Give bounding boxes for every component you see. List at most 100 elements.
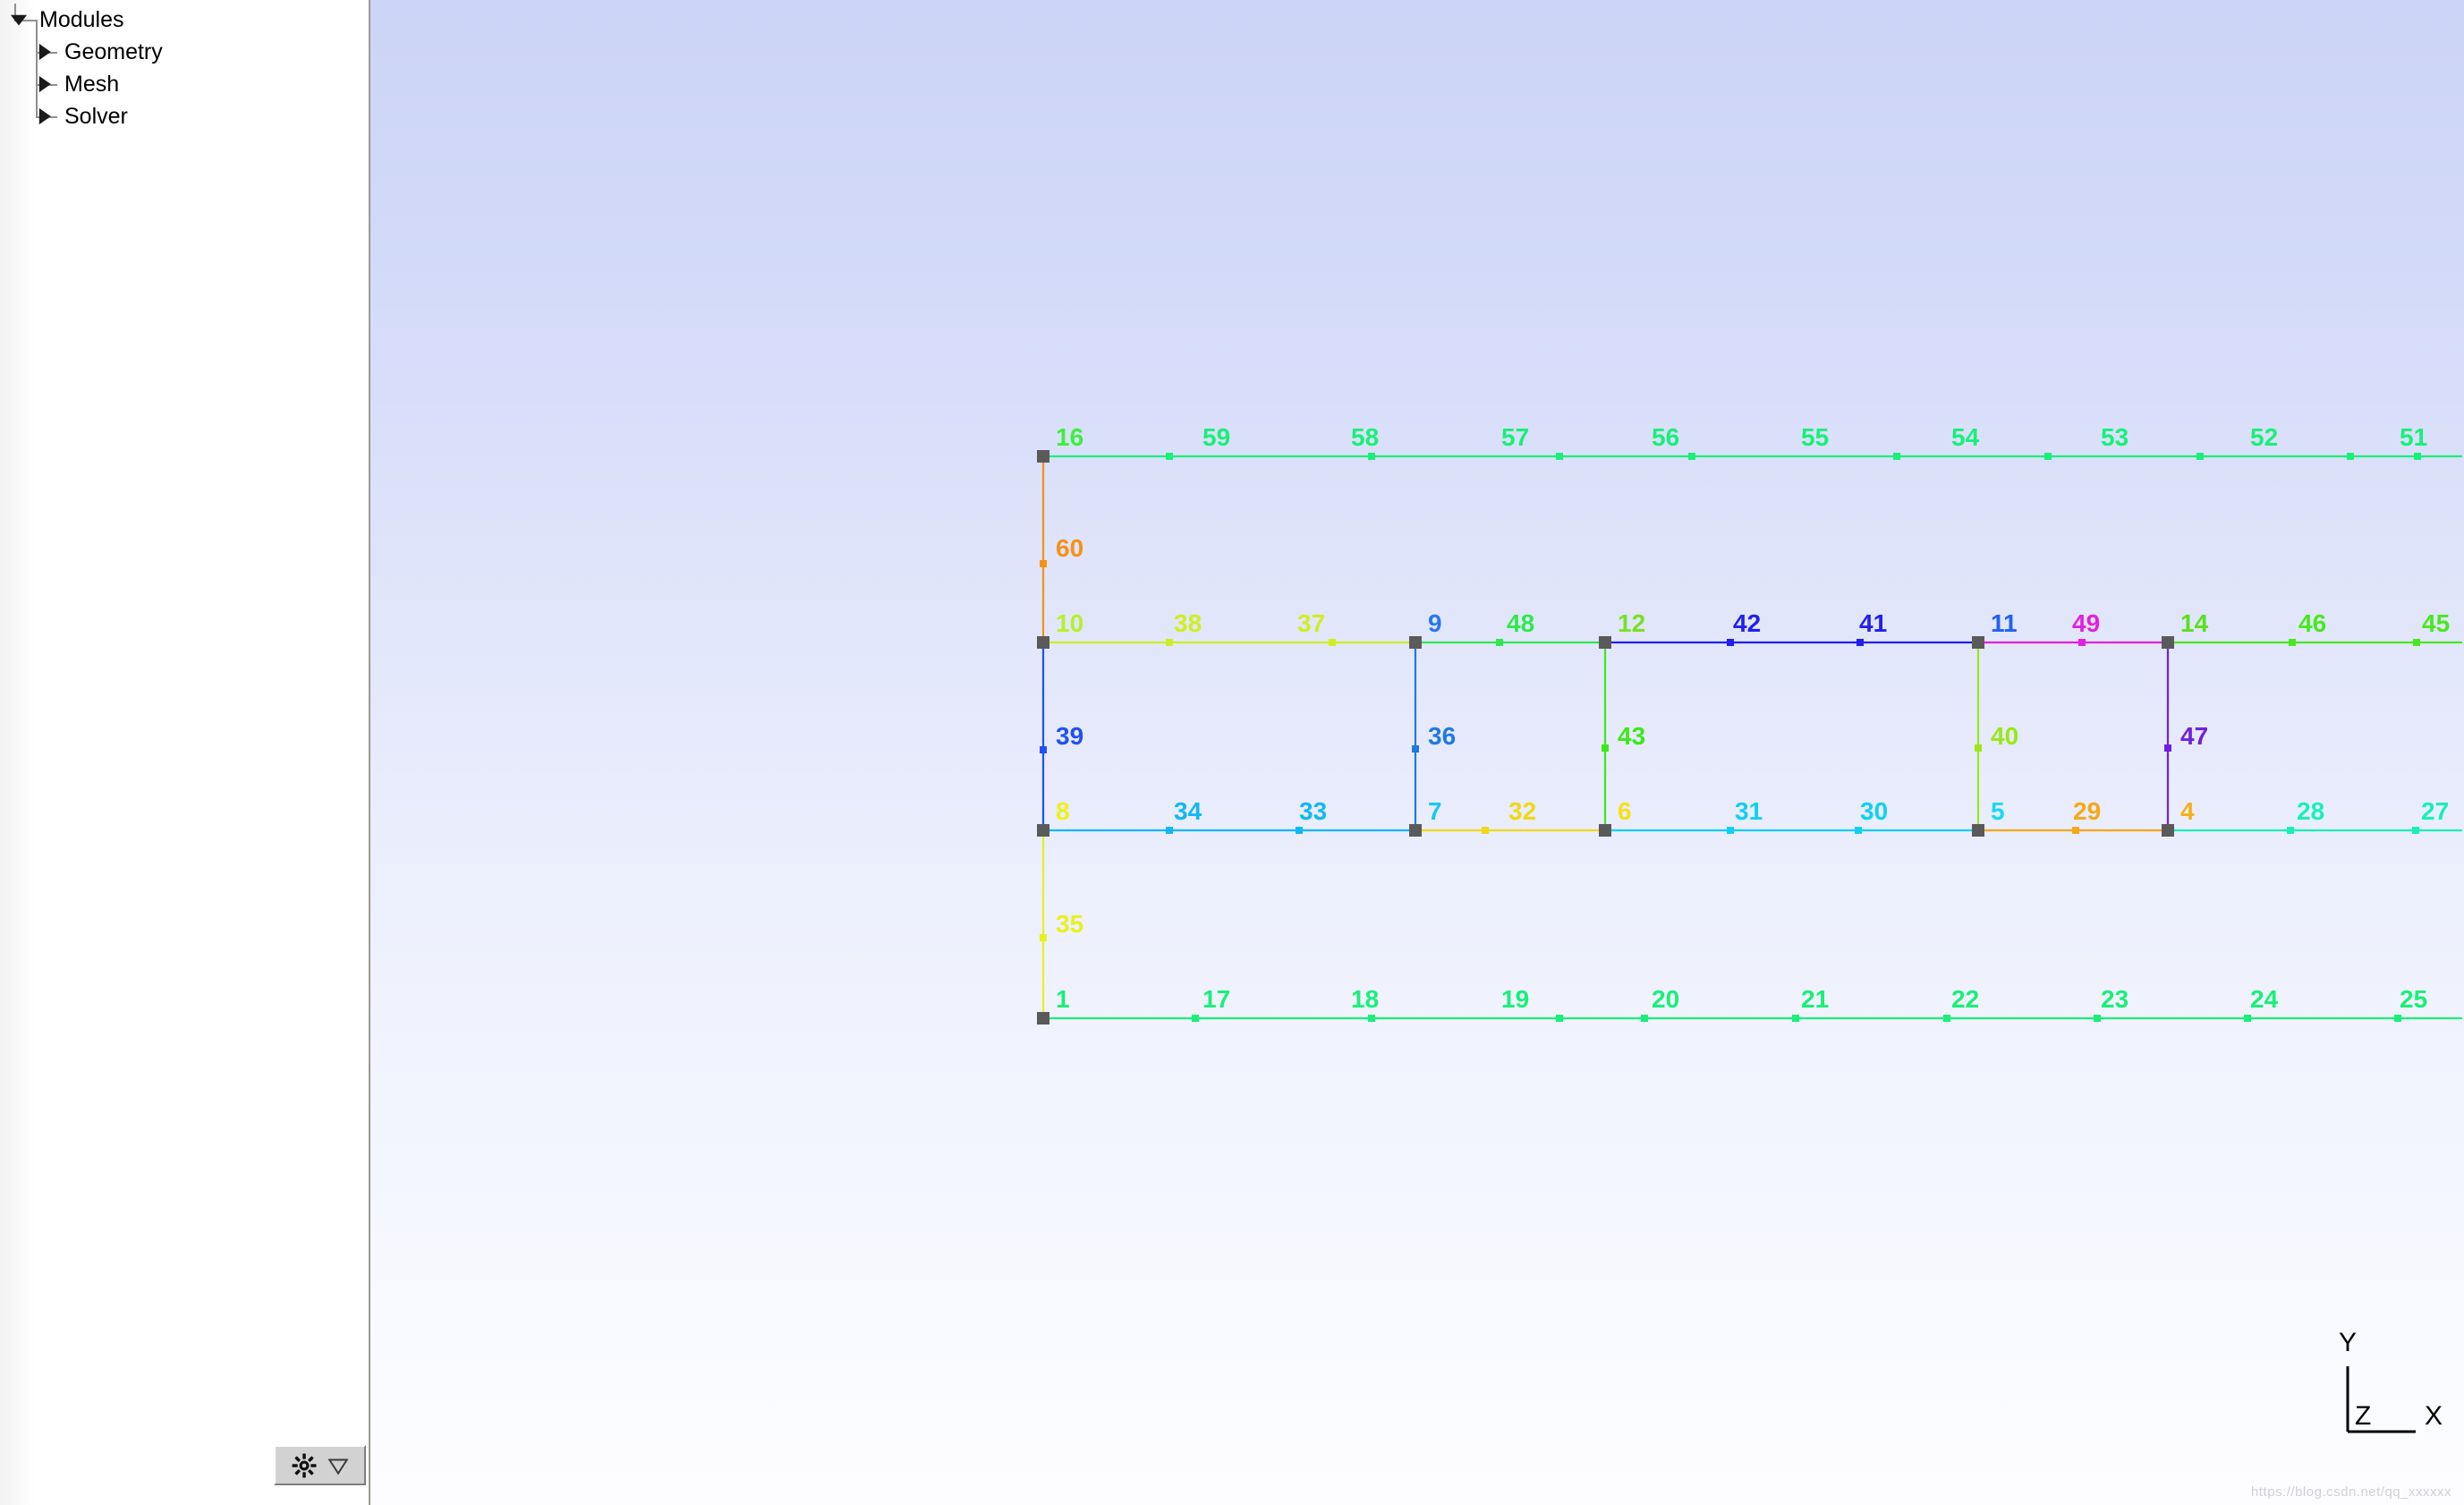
chevron-down-icon[interactable] xyxy=(7,8,30,31)
tree-item-label: Geometry xyxy=(64,38,163,64)
edge-label: 59 xyxy=(1202,423,1230,451)
edge-label: 55 xyxy=(1801,423,1829,451)
triangle-down-icon xyxy=(327,1454,350,1477)
geometry-viewport[interactable]: 5958575655545352516050394435263837484241… xyxy=(370,0,2464,1505)
vertex-label: 16 xyxy=(1056,423,1083,451)
gear-icon xyxy=(291,1452,318,1479)
edge-midpoint-marker[interactable] xyxy=(1975,744,1982,752)
edge-label: 22 xyxy=(1951,985,1979,1013)
edge-midpoint-marker[interactable] xyxy=(1040,560,1047,567)
edges-group xyxy=(1040,453,2462,1022)
edge-label: 27 xyxy=(2421,797,2449,825)
vertex-label: 11 xyxy=(1991,609,2018,637)
edge-label: 37 xyxy=(1297,609,1325,637)
vertex-label: 10 xyxy=(1056,609,1083,637)
geometry-vertex[interactable] xyxy=(1037,636,1049,649)
axis-triad: Y Z X xyxy=(2339,1328,2443,1433)
edge-midpoint-marker[interactable] xyxy=(1166,827,1173,834)
edge-midpoint-marker[interactable] xyxy=(2412,827,2419,834)
edge-midpoint-marker[interactable] xyxy=(1856,639,1864,646)
edge-midpoint-marker[interactable] xyxy=(1166,639,1173,646)
edge-label: 49 xyxy=(2072,609,2100,637)
edge-midpoint-marker[interactable] xyxy=(2287,827,2294,834)
vertex-label: 6 xyxy=(1618,797,1632,825)
edge-label: 23 xyxy=(2101,985,2128,1013)
edge-midpoint-marker[interactable] xyxy=(2078,639,2086,646)
edge-midpoint-marker[interactable] xyxy=(1412,745,1419,752)
edge-midpoint-marker[interactable] xyxy=(1602,744,1609,752)
geometry-vertex[interactable] xyxy=(1037,824,1049,837)
edge-midpoint-marker[interactable] xyxy=(2347,453,2354,460)
watermark-text: https://blog.csdn.net/qq_xxxxxx xyxy=(2251,1484,2451,1500)
edge-label: 42 xyxy=(1733,609,1761,637)
edge-midpoint-marker[interactable] xyxy=(1368,1015,1375,1022)
edge-midpoint-marker[interactable] xyxy=(1296,827,1303,834)
edge-label: 56 xyxy=(1652,423,1679,451)
edge-midpoint-marker[interactable] xyxy=(2164,744,2171,752)
edge-label: 19 xyxy=(1501,985,1529,1013)
edge-midpoint-marker[interactable] xyxy=(1556,1015,1563,1022)
edge-midpoint-marker[interactable] xyxy=(1040,746,1047,753)
axis-label-z: Z xyxy=(2355,1401,2371,1431)
edge-midpoint-marker[interactable] xyxy=(1329,639,1336,646)
edge-midpoint-marker[interactable] xyxy=(1727,827,1734,834)
edge-midpoint-marker[interactable] xyxy=(2413,639,2420,646)
tree-item-label: Modules xyxy=(39,6,124,32)
edge-label: 53 xyxy=(2101,423,2128,451)
edge-midpoint-marker[interactable] xyxy=(1688,453,1695,460)
edge-midpoint-marker[interactable] xyxy=(2414,453,2421,460)
edge-midpoint-marker[interactable] xyxy=(2044,453,2052,460)
edge-midpoint-marker[interactable] xyxy=(2094,1015,2101,1022)
edge-midpoint-marker[interactable] xyxy=(1556,453,1563,460)
tree-item-solver[interactable]: Solver xyxy=(0,100,128,132)
geometry-vertex[interactable] xyxy=(1599,636,1611,649)
edge-midpoint-marker[interactable] xyxy=(1496,639,1503,646)
tree-item-label: Mesh xyxy=(64,71,120,97)
vertices-group xyxy=(1037,450,2174,1025)
tree-item-modules[interactable]: Modules xyxy=(0,4,124,36)
edge-label: 39 xyxy=(1056,722,1083,750)
edge-label: 40 xyxy=(1991,722,2018,750)
view-settings-button[interactable] xyxy=(274,1445,366,1485)
edge-label: 52 xyxy=(2250,423,2278,451)
geometry-vertex[interactable] xyxy=(1037,1012,1049,1025)
geometry-vertex[interactable] xyxy=(2162,636,2174,649)
edge-midpoint-marker[interactable] xyxy=(1482,827,1489,834)
tree-item-mesh[interactable]: Mesh xyxy=(0,68,119,100)
edge-midpoint-marker[interactable] xyxy=(1855,827,1862,834)
tree-item-geometry[interactable]: Geometry xyxy=(0,36,163,68)
edge-midpoint-marker[interactable] xyxy=(1943,1015,1950,1022)
application-window: Modules Geometry Mesh Solver 59 58 57 56… xyxy=(0,0,2464,1505)
chevron-right-icon[interactable] xyxy=(32,105,55,128)
chevron-right-icon[interactable] xyxy=(32,40,55,64)
edge-midpoint-marker[interactable] xyxy=(2196,453,2204,460)
edge-midpoint-marker[interactable] xyxy=(2244,1015,2251,1022)
axis-label-x: X xyxy=(2425,1401,2443,1431)
geometry-vertex[interactable] xyxy=(1409,824,1422,837)
edge-midpoint-marker[interactable] xyxy=(1727,639,1734,646)
geometry-vertex[interactable] xyxy=(1599,824,1611,837)
chevron-right-icon[interactable] xyxy=(32,72,55,96)
geometry-vertex[interactable] xyxy=(2162,824,2174,837)
geometry-vertex[interactable] xyxy=(1972,824,1984,837)
edge-label: 48 xyxy=(1507,609,1534,637)
edge-midpoint-marker[interactable] xyxy=(1166,453,1173,460)
edge-midpoint-marker[interactable] xyxy=(2072,827,2079,834)
edge-label: 46 xyxy=(2298,609,2326,637)
edge-midpoint-marker[interactable] xyxy=(2289,639,2296,646)
edge-label: 28 xyxy=(2297,797,2324,825)
edge-midpoint-marker[interactable] xyxy=(2394,1015,2401,1022)
geometry-vertex[interactable] xyxy=(1409,636,1422,649)
geometry-vertex[interactable] xyxy=(1972,636,1984,649)
edge-midpoint-marker[interactable] xyxy=(1368,453,1375,460)
edge-label: 25 xyxy=(2400,985,2427,1013)
edge-midpoint-marker[interactable] xyxy=(1792,1015,1799,1022)
edge-midpoint-marker[interactable] xyxy=(1641,1015,1648,1022)
edge-midpoint-marker[interactable] xyxy=(1040,934,1047,941)
edge-midpoint-marker[interactable] xyxy=(1192,1015,1199,1022)
geometry-canvas[interactable]: 5958575655545352516050394435263837484241… xyxy=(370,0,2462,1505)
edge-label: 32 xyxy=(1508,797,1536,825)
geometry-vertex[interactable] xyxy=(1037,450,1049,463)
edge-midpoint-marker[interactable] xyxy=(1893,453,1900,460)
edge-labels-group: 5958575655545352516050394435263837484241… xyxy=(1056,423,2450,1013)
